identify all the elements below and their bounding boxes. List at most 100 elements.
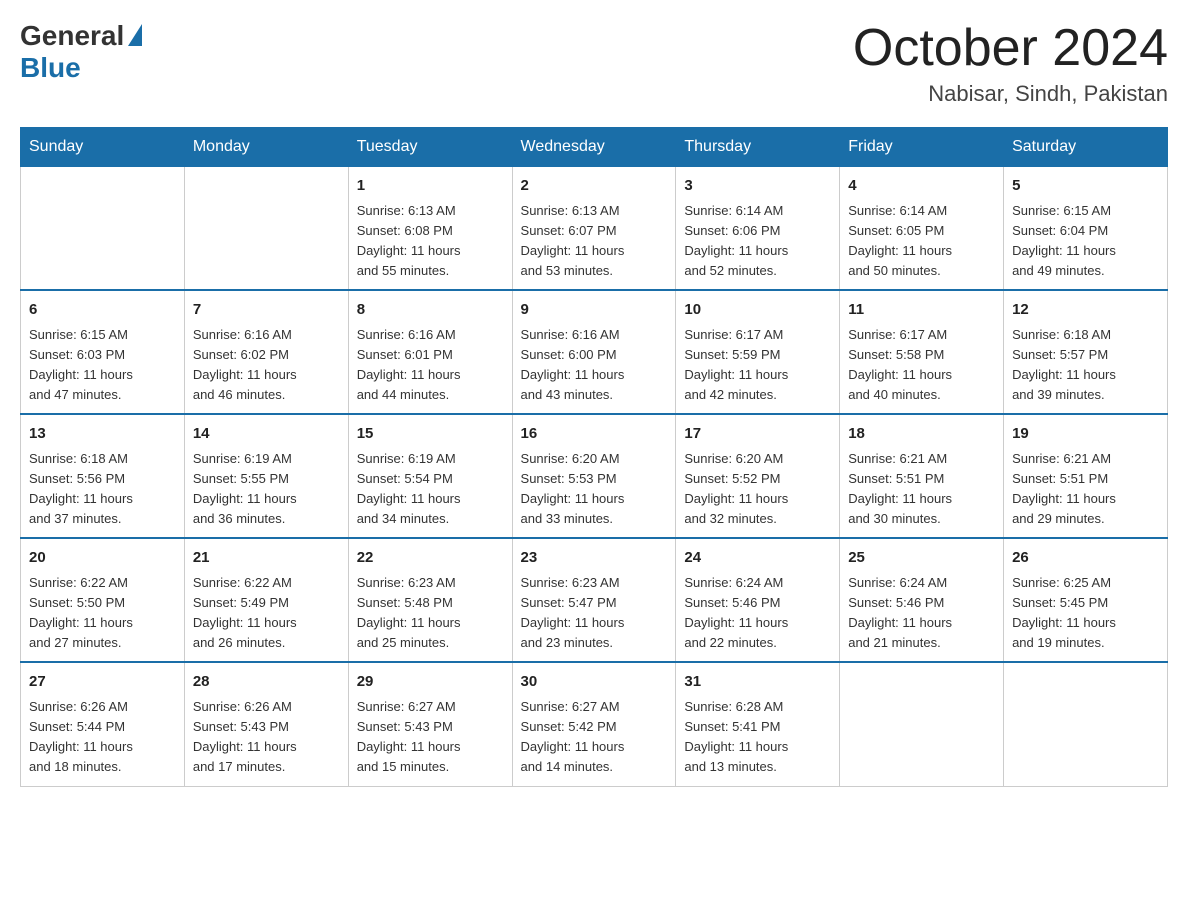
- logo-general-text: General: [20, 20, 142, 52]
- calendar-cell-w1-d1: [184, 167, 348, 291]
- col-monday: Monday: [184, 128, 348, 167]
- day-info: Sunrise: 6:26 AM Sunset: 5:43 PM Dayligh…: [193, 697, 340, 778]
- calendar-cell-w2-d3: 9 Sunrise: 6:16 AM Sunset: 6:00 PM Daylig…: [512, 290, 676, 414]
- calendar-cell-w1-d5: 4 Sunrise: 6:14 AM Sunset: 6:05 PM Daylig…: [840, 167, 1004, 291]
- col-sunday: Sunday: [21, 128, 185, 167]
- day-info: Sunrise: 6:26 AM Sunset: 5:44 PM Dayligh…: [29, 697, 176, 778]
- day-info: Sunrise: 6:20 AM Sunset: 5:53 PM Dayligh…: [521, 449, 668, 530]
- calendar-cell-w2-d0: 6Sunrise: 6:15 AM Sunset: 6:03 PM Daylig…: [21, 290, 185, 414]
- calendar-cell-w5-d3: 30 Sunrise: 6:27 AM Sunset: 5:42 PM Dayli…: [512, 662, 676, 786]
- calendar-cell-w5-d6: [1004, 662, 1168, 786]
- day-number: 31: [684, 671, 831, 694]
- calendar-cell-w1-d3: 2Sunrise: 6:13 AM Sunset: 6:07 PM Daylig…: [512, 167, 676, 291]
- day-info: Sunrise: 6:23 AM Sunset: 5:47 PM Dayligh…: [521, 573, 668, 654]
- col-thursday: Thursday: [676, 128, 840, 167]
- day-number: 18: [848, 423, 995, 446]
- day-number: 6: [29, 299, 176, 322]
- logo-triangle-icon: [128, 24, 142, 46]
- day-info: Sunrise: 6:16 AM Sunset: 6:02 PM Dayligh…: [193, 325, 340, 406]
- calendar-cell-w2-d6: 12 Sunrise: 6:18 AM Sunset: 5:57 PM Dayli…: [1004, 290, 1168, 414]
- day-info: Sunrise: 6:19 AM Sunset: 5:55 PM Dayligh…: [193, 449, 340, 530]
- logo-blue-label: Blue: [20, 52, 81, 84]
- day-number: 12: [1012, 299, 1159, 322]
- calendar-cell-w3-d2: 15 Sunrise: 6:19 AM Sunset: 5:54 PM Dayli…: [348, 414, 512, 538]
- day-number: 4: [848, 175, 995, 198]
- day-number: 8: [357, 299, 504, 322]
- day-info: Sunrise: 6:16 AM Sunset: 6:00 PM Dayligh…: [521, 325, 668, 406]
- calendar-cell-w1-d0: [21, 167, 185, 291]
- day-number: 25: [848, 547, 995, 570]
- day-info: Sunrise: 6:22 AM Sunset: 5:50 PM Dayligh…: [29, 573, 176, 654]
- day-number: 17: [684, 423, 831, 446]
- day-number: 15: [357, 423, 504, 446]
- day-info: Sunrise: 6:21 AM Sunset: 5:51 PM Dayligh…: [848, 449, 995, 530]
- calendar-cell-w3-d0: 13Sunrise: 6:18 AM Sunset: 5:56 PM Dayli…: [21, 414, 185, 538]
- day-number: 22: [357, 547, 504, 570]
- calendar-cell-w4-d1: 21 Sunrise: 6:22 AM Sunset: 5:49 PM Dayli…: [184, 538, 348, 662]
- page-header: General Blue October 2024 Nabisar, Sindh…: [20, 20, 1168, 107]
- calendar-week-2: 6Sunrise: 6:15 AM Sunset: 6:03 PM Daylig…: [21, 290, 1168, 414]
- logo-line2: Blue: [20, 52, 81, 84]
- day-number: 30: [521, 671, 668, 694]
- day-number: 5: [1012, 175, 1159, 198]
- col-friday: Friday: [840, 128, 1004, 167]
- calendar-table: Sunday Monday Tuesday Wednesday Thursday…: [20, 127, 1168, 786]
- day-number: 29: [357, 671, 504, 694]
- calendar-cell-w2-d1: 7 Sunrise: 6:16 AM Sunset: 6:02 PM Daylig…: [184, 290, 348, 414]
- day-number: 11: [848, 299, 995, 322]
- day-info: Sunrise: 6:13 AM Sunset: 6:08 PM Dayligh…: [357, 201, 504, 282]
- day-info: Sunrise: 6:18 AM Sunset: 5:56 PM Dayligh…: [29, 449, 176, 530]
- calendar-cell-w5-d5: [840, 662, 1004, 786]
- calendar-cell-w5-d4: 31Sunrise: 6:28 AM Sunset: 5:41 PM Dayli…: [676, 662, 840, 786]
- location-label: Nabisar, Sindh, Pakistan: [853, 81, 1168, 107]
- calendar-cell-w2-d2: 8 Sunrise: 6:16 AM Sunset: 6:01 PM Daylig…: [348, 290, 512, 414]
- calendar-cell-w4-d2: 22 Sunrise: 6:23 AM Sunset: 5:48 PM Dayli…: [348, 538, 512, 662]
- calendar-cell-w5-d1: 28 Sunrise: 6:26 AM Sunset: 5:43 PM Dayli…: [184, 662, 348, 786]
- day-info: Sunrise: 6:14 AM Sunset: 6:06 PM Dayligh…: [684, 201, 831, 282]
- logo: General Blue: [20, 20, 142, 84]
- day-number: 21: [193, 547, 340, 570]
- calendar-cell-w4-d5: 25 Sunrise: 6:24 AM Sunset: 5:46 PM Dayli…: [840, 538, 1004, 662]
- day-info: Sunrise: 6:23 AM Sunset: 5:48 PM Dayligh…: [357, 573, 504, 654]
- day-info: Sunrise: 6:19 AM Sunset: 5:54 PM Dayligh…: [357, 449, 504, 530]
- calendar-cell-w2-d5: 11Sunrise: 6:17 AM Sunset: 5:58 PM Dayli…: [840, 290, 1004, 414]
- day-number: 26: [1012, 547, 1159, 570]
- calendar-week-5: 27Sunrise: 6:26 AM Sunset: 5:44 PM Dayli…: [21, 662, 1168, 786]
- day-info: Sunrise: 6:24 AM Sunset: 5:46 PM Dayligh…: [848, 573, 995, 654]
- calendar-week-1: 1 Sunrise: 6:13 AM Sunset: 6:08 PM Daylig…: [21, 167, 1168, 291]
- day-number: 9: [521, 299, 668, 322]
- day-number: 20: [29, 547, 176, 570]
- day-info: Sunrise: 6:18 AM Sunset: 5:57 PM Dayligh…: [1012, 325, 1159, 406]
- calendar-header-row: Sunday Monday Tuesday Wednesday Thursday…: [21, 128, 1168, 167]
- day-number: 7: [193, 299, 340, 322]
- day-number: 1: [357, 175, 504, 198]
- calendar-cell-w3-d4: 17 Sunrise: 6:20 AM Sunset: 5:52 PM Dayli…: [676, 414, 840, 538]
- calendar-cell-w2-d4: 10Sunrise: 6:17 AM Sunset: 5:59 PM Dayli…: [676, 290, 840, 414]
- calendar-cell-w4-d6: 26Sunrise: 6:25 AM Sunset: 5:45 PM Dayli…: [1004, 538, 1168, 662]
- day-number: 3: [684, 175, 831, 198]
- day-info: Sunrise: 6:14 AM Sunset: 6:05 PM Dayligh…: [848, 201, 995, 282]
- day-number: 2: [521, 175, 668, 198]
- day-number: 16: [521, 423, 668, 446]
- calendar-cell-w4-d0: 20 Sunrise: 6:22 AM Sunset: 5:50 PM Dayli…: [21, 538, 185, 662]
- calendar-cell-w3-d1: 14Sunrise: 6:19 AM Sunset: 5:55 PM Dayli…: [184, 414, 348, 538]
- col-wednesday: Wednesday: [512, 128, 676, 167]
- calendar-cell-w4-d4: 24Sunrise: 6:24 AM Sunset: 5:46 PM Dayli…: [676, 538, 840, 662]
- day-info: Sunrise: 6:22 AM Sunset: 5:49 PM Dayligh…: [193, 573, 340, 654]
- day-info: Sunrise: 6:15 AM Sunset: 6:04 PM Dayligh…: [1012, 201, 1159, 282]
- calendar-cell-w1-d2: 1 Sunrise: 6:13 AM Sunset: 6:08 PM Daylig…: [348, 167, 512, 291]
- day-info: Sunrise: 6:27 AM Sunset: 5:43 PM Dayligh…: [357, 697, 504, 778]
- day-info: Sunrise: 6:27 AM Sunset: 5:42 PM Dayligh…: [521, 697, 668, 778]
- day-number: 28: [193, 671, 340, 694]
- calendar-cell-w1-d4: 3 Sunrise: 6:14 AM Sunset: 6:06 PM Daylig…: [676, 167, 840, 291]
- day-info: Sunrise: 6:16 AM Sunset: 6:01 PM Dayligh…: [357, 325, 504, 406]
- day-number: 23: [521, 547, 668, 570]
- calendar-cell-w5-d0: 27Sunrise: 6:26 AM Sunset: 5:44 PM Dayli…: [21, 662, 185, 786]
- day-number: 19: [1012, 423, 1159, 446]
- day-info: Sunrise: 6:21 AM Sunset: 5:51 PM Dayligh…: [1012, 449, 1159, 530]
- calendar-cell-w1-d6: 5 Sunrise: 6:15 AM Sunset: 6:04 PM Daylig…: [1004, 167, 1168, 291]
- calendar-cell-w5-d2: 29 Sunrise: 6:27 AM Sunset: 5:43 PM Dayli…: [348, 662, 512, 786]
- col-tuesday: Tuesday: [348, 128, 512, 167]
- day-info: Sunrise: 6:20 AM Sunset: 5:52 PM Dayligh…: [684, 449, 831, 530]
- day-info: Sunrise: 6:17 AM Sunset: 5:59 PM Dayligh…: [684, 325, 831, 406]
